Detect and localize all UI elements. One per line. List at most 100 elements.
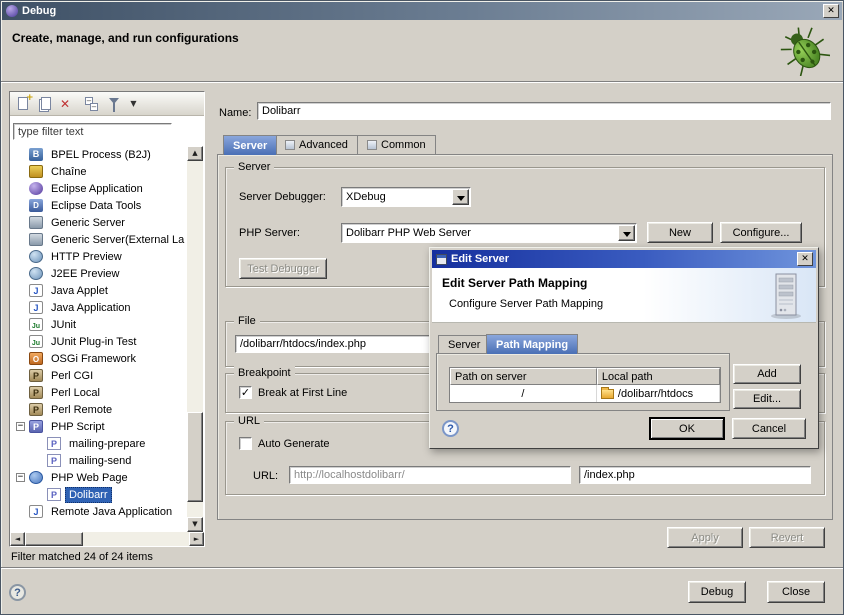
osgi-framework-icon bbox=[29, 352, 43, 365]
auto-generate-checkbox[interactable] bbox=[239, 437, 252, 450]
close-button[interactable]: Close bbox=[767, 581, 825, 603]
dialog-tab-server[interactable]: Server bbox=[438, 335, 490, 354]
edit-mapping-button[interactable]: Edit... bbox=[733, 389, 801, 409]
name-input[interactable] bbox=[257, 102, 831, 120]
tree-hscroll-thumb[interactable] bbox=[25, 532, 83, 546]
cancel-button[interactable]: Cancel bbox=[732, 418, 806, 439]
dialog-window-icon bbox=[436, 254, 447, 265]
add-mapping-button[interactable]: Add bbox=[733, 364, 801, 384]
tab-common-label: Common bbox=[381, 136, 426, 154]
php-server-label: PHP Server: bbox=[239, 227, 300, 239]
tree-item-generic-server[interactable]: Generic Server bbox=[10, 214, 187, 231]
server-debugger-combo[interactable]: XDebug bbox=[341, 187, 471, 207]
help-icon[interactable]: ? bbox=[9, 584, 26, 601]
ok-button[interactable]: OK bbox=[650, 418, 724, 439]
tree-item-j2ee-preview[interactable]: J2EE Preview bbox=[10, 265, 187, 282]
delete-config-icon[interactable]: ✕ bbox=[60, 95, 79, 113]
tree-item-label: Eclipse Data Tools bbox=[47, 198, 145, 214]
window-title: Debug bbox=[22, 5, 823, 17]
revert-button[interactable]: Revert bbox=[749, 527, 825, 548]
toolbar-menu-arrow-icon[interactable]: ▼ bbox=[129, 95, 138, 113]
combo-dropdown-icon[interactable] bbox=[618, 225, 635, 241]
tab-advanced[interactable]: Advanced bbox=[275, 135, 358, 154]
collapse-all-icon[interactable]: −− bbox=[83, 95, 102, 113]
tree-item-java-application[interactable]: Java Application bbox=[10, 299, 187, 316]
tree-item-label: JUnit bbox=[47, 317, 80, 333]
tree-item-generic-server-external-la[interactable]: Generic Server(External La bbox=[10, 231, 187, 248]
expander-placeholder bbox=[34, 439, 43, 448]
url-path-input[interactable] bbox=[579, 466, 811, 484]
page-title: Create, manage, and run configurations bbox=[12, 31, 239, 45]
junit-plugin-icon bbox=[29, 335, 43, 348]
tree-item-label: Eclipse Application bbox=[47, 181, 147, 197]
server-image bbox=[766, 272, 806, 320]
duplicate-config-icon[interactable] bbox=[37, 95, 56, 113]
name-label: Name: bbox=[219, 107, 251, 119]
column-path-on-server[interactable]: Path on server bbox=[450, 368, 597, 385]
filter-input[interactable] bbox=[13, 123, 172, 140]
scroll-up-icon[interactable]: ▲ bbox=[187, 146, 203, 161]
debug-configurations-window: Debug ✕ Create, manage, and run configur… bbox=[0, 0, 844, 615]
expander-placeholder bbox=[34, 490, 43, 499]
tree-item-http-preview[interactable]: HTTP Preview bbox=[10, 248, 187, 265]
configurations-panel: + ✕ −− ▼ BPEL Process (B2J)ChaîneEclipse… bbox=[9, 91, 205, 547]
mapping-row[interactable]: //dolibarr/htdocs bbox=[450, 385, 720, 402]
expander-placeholder bbox=[16, 405, 25, 414]
tree-item-label: PHP Script bbox=[47, 419, 109, 435]
tree-item-perl-remote[interactable]: Perl Remote bbox=[10, 401, 187, 418]
php-web-page-icon bbox=[29, 471, 43, 484]
dialog-help-icon[interactable]: ? bbox=[442, 420, 459, 437]
tab-common[interactable]: Common bbox=[357, 135, 436, 154]
tree-item-mailing-send[interactable]: mailing-send bbox=[10, 452, 187, 469]
filter-configs-icon[interactable] bbox=[106, 95, 125, 113]
collapse-expander-icon[interactable]: − bbox=[16, 473, 25, 482]
scroll-down-icon[interactable]: ▼ bbox=[187, 517, 203, 532]
configure-server-button[interactable]: Configure... bbox=[720, 222, 802, 243]
tree-item-eclipse-data-tools[interactable]: Eclipse Data Tools bbox=[10, 197, 187, 214]
footer-divider bbox=[1, 567, 843, 569]
tree-item-remote-java-application[interactable]: Remote Java Application bbox=[10, 503, 187, 520]
tree-item-perl-local[interactable]: Perl Local bbox=[10, 384, 187, 401]
column-local-path[interactable]: Local path bbox=[597, 368, 720, 385]
new-launch-config-icon[interactable]: + bbox=[14, 95, 33, 113]
tree-item-java-applet[interactable]: Java Applet bbox=[10, 282, 187, 299]
expander-placeholder bbox=[16, 320, 25, 329]
new-server-button[interactable]: New bbox=[647, 222, 713, 243]
debug-button[interactable]: Debug bbox=[688, 581, 746, 603]
tree-vscroll-thumb[interactable] bbox=[187, 412, 203, 502]
tree-item-cha-ne[interactable]: Chaîne bbox=[10, 163, 187, 180]
combo-dropdown-icon[interactable] bbox=[452, 189, 469, 205]
scroll-right-icon[interactable]: ► bbox=[189, 532, 204, 546]
tree-item-php-script[interactable]: − PHP Script bbox=[10, 418, 187, 435]
tree-item-bpel-process-b2j[interactable]: BPEL Process (B2J) bbox=[10, 146, 187, 163]
tree-item-dolibarr[interactable]: Dolibarr bbox=[10, 486, 187, 503]
tree-item-eclipse-application[interactable]: Eclipse Application bbox=[10, 180, 187, 197]
php-server-combo[interactable]: Dolibarr PHP Web Server bbox=[341, 223, 637, 243]
collapse-expander-icon[interactable]: − bbox=[16, 422, 25, 431]
configurations-toolbar: + ✕ −− ▼ bbox=[10, 92, 204, 116]
junit-icon bbox=[29, 318, 43, 331]
test-debugger-button: Test Debugger bbox=[239, 258, 327, 279]
tree-item-junit-plug-in-test[interactable]: JUnit Plug-in Test bbox=[10, 333, 187, 350]
tree-item-osgi-framework[interactable]: OSGi Framework bbox=[10, 350, 187, 367]
edit-server-close-button[interactable]: ✕ bbox=[797, 252, 813, 266]
break-at-first-line-label: Break at First Line bbox=[258, 387, 347, 399]
http-preview-icon bbox=[29, 250, 43, 263]
tree-item-mailing-prepare[interactable]: mailing-prepare bbox=[10, 435, 187, 452]
eclipse-application-icon bbox=[29, 182, 43, 195]
apply-button[interactable]: Apply bbox=[667, 527, 743, 548]
java-application-icon bbox=[29, 301, 43, 314]
perl-local-icon bbox=[29, 386, 43, 399]
tree-item-php-web-page[interactable]: −PHP Web Page bbox=[10, 469, 187, 486]
tree-item-label: JUnit Plug-in Test bbox=[47, 334, 140, 350]
dialog-tab-path-mapping[interactable]: Path Mapping bbox=[486, 334, 578, 354]
tree-item-junit[interactable]: JUnit bbox=[10, 316, 187, 333]
break-at-first-line-checkbox[interactable]: ✓ bbox=[239, 386, 252, 399]
filter-status-text: Filter matched 24 of 24 items bbox=[11, 551, 153, 563]
tab-server[interactable]: Server bbox=[223, 135, 277, 155]
tree-item-label: Perl CGI bbox=[47, 368, 97, 384]
window-close-button[interactable]: ✕ bbox=[823, 4, 839, 18]
scroll-left-icon[interactable]: ◄ bbox=[10, 532, 25, 546]
expander-placeholder bbox=[16, 303, 25, 312]
tree-item-perl-cgi[interactable]: Perl CGI bbox=[10, 367, 187, 384]
